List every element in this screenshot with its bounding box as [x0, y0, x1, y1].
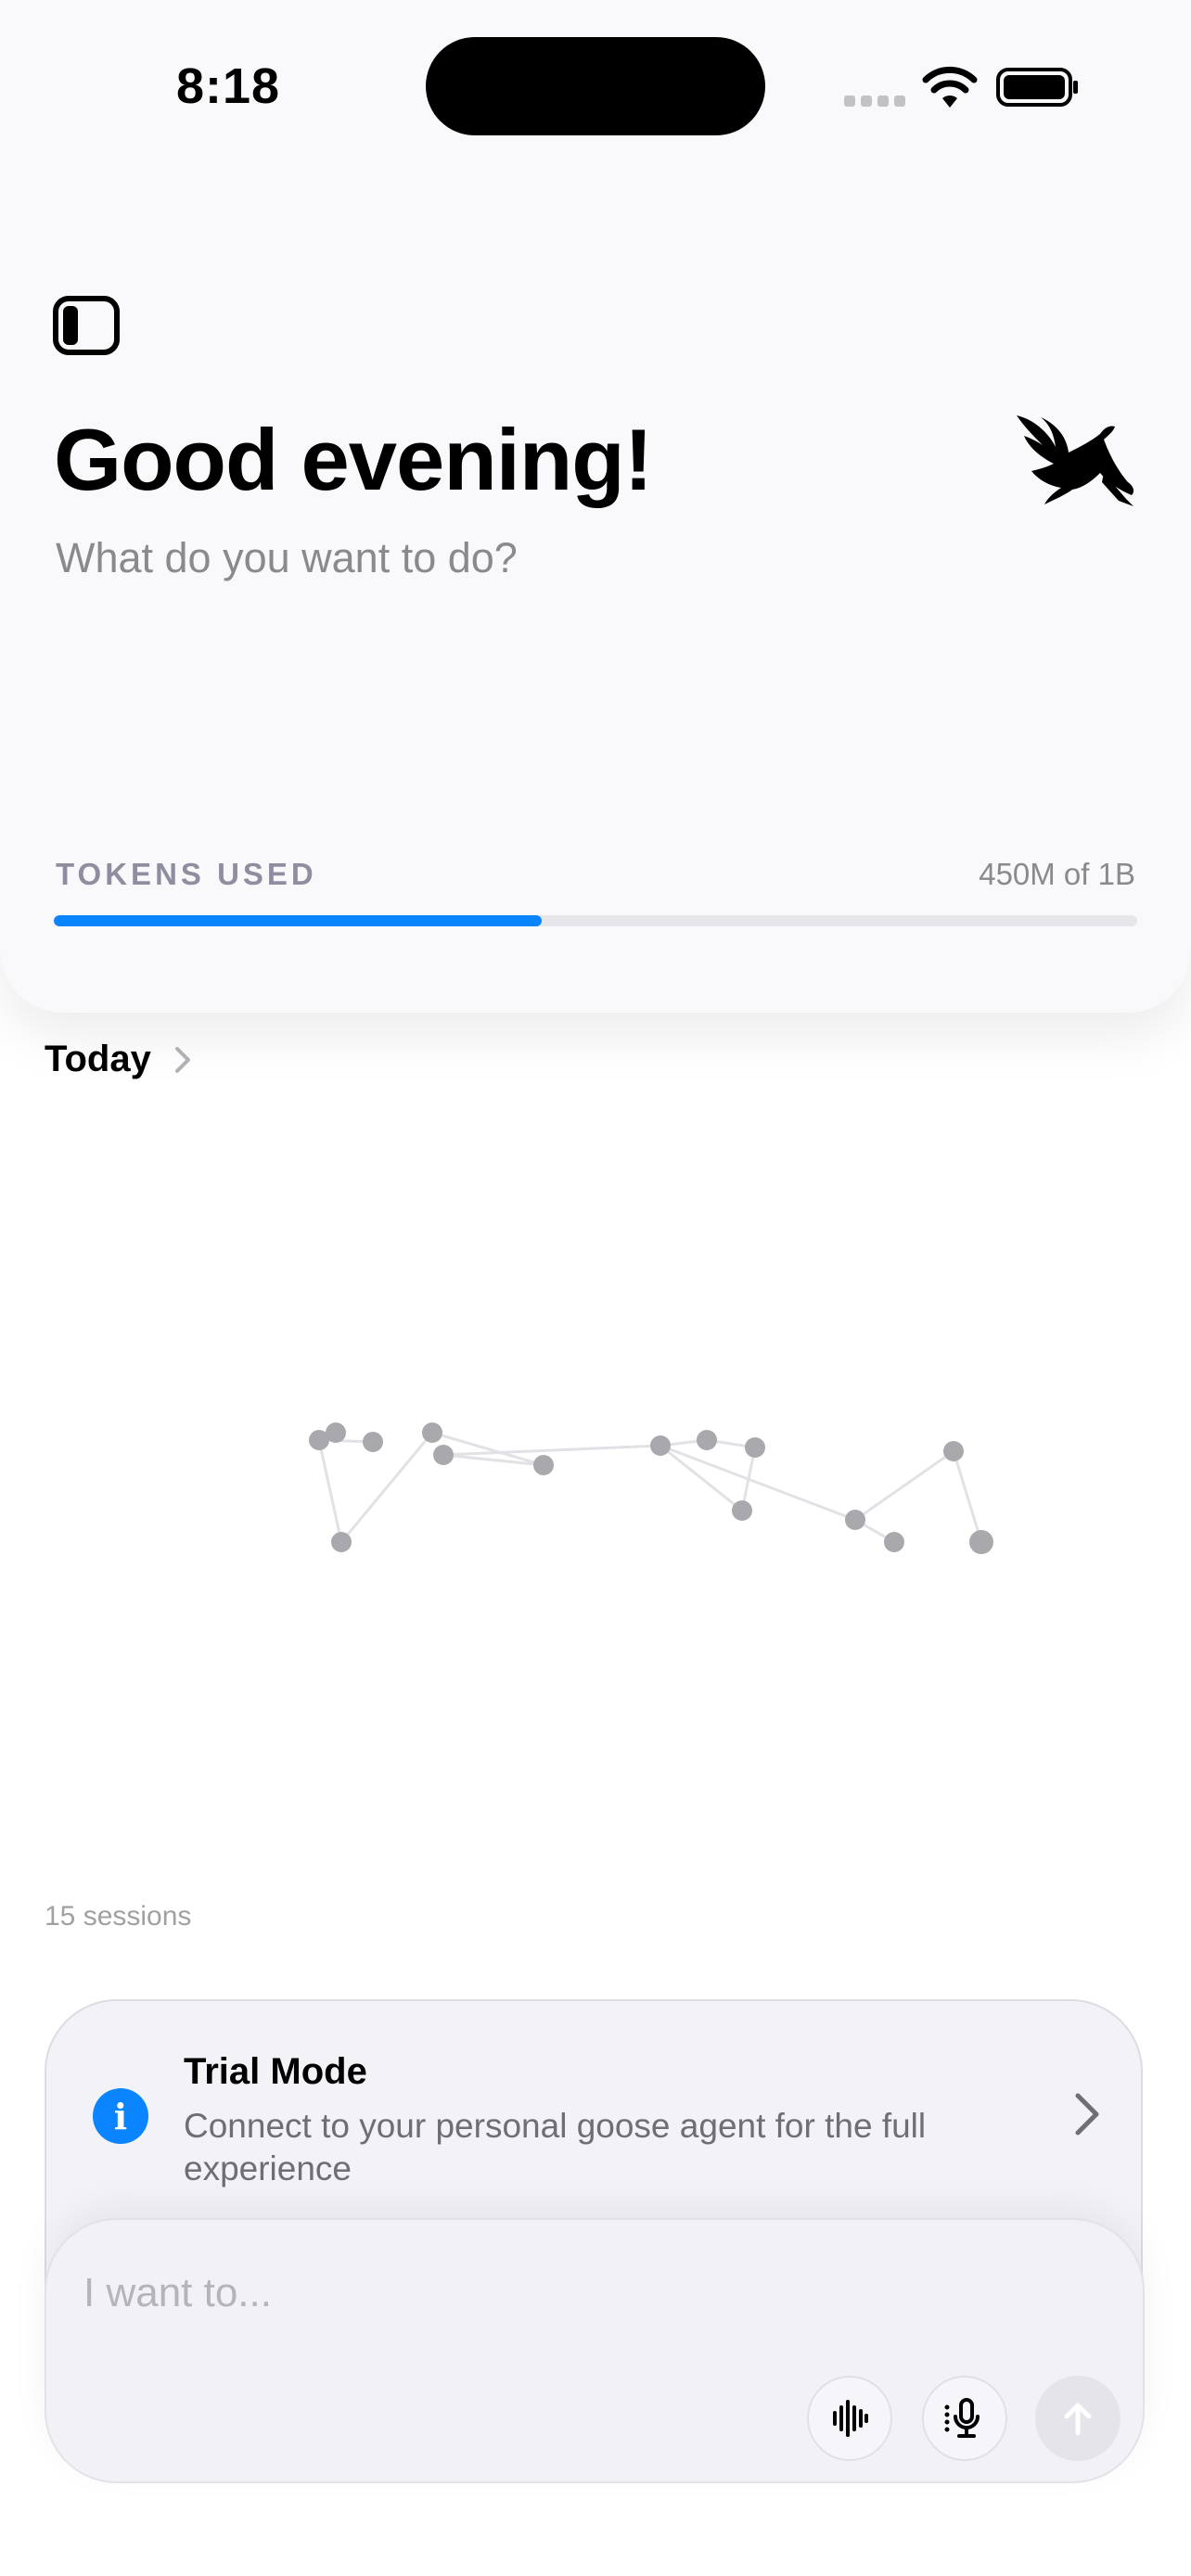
dynamic-island [426, 37, 765, 135]
session-node [422, 1422, 442, 1443]
send-button[interactable] [1035, 2376, 1121, 2461]
session-node [884, 1532, 904, 1552]
dictation-button[interactable] [922, 2376, 1007, 2461]
tokens-used-label: TOKENS USED [56, 857, 317, 891]
arrow-up-icon [1064, 2403, 1092, 2436]
microphone-icon [944, 2398, 980, 2438]
tokens-progress-bar [54, 915, 1137, 926]
session-node [732, 1500, 752, 1521]
session-node [331, 1532, 352, 1552]
tokens-used-value: 450M of 1B [979, 857, 1135, 891]
composer [45, 2218, 1145, 2483]
waveform-icon [833, 2400, 868, 2437]
today-label: Today [45, 1039, 151, 1079]
tokens-progress-fill [54, 915, 542, 926]
voice-mode-button[interactable] [807, 2376, 892, 2461]
trial-mode-title: Trial Mode [184, 2051, 367, 2092]
session-node [433, 1445, 454, 1465]
chevron-right-icon [1075, 2093, 1099, 2136]
goose-logo-icon [1017, 415, 1134, 506]
trial-mode-description: Connect to your personal goose agent for… [184, 2107, 927, 2187]
session-node [533, 1455, 554, 1475]
today-link[interactable]: Today [45, 1039, 192, 1080]
prompt-input[interactable] [82, 2264, 920, 2322]
session-node [969, 1530, 993, 1554]
session-node [326, 1422, 346, 1443]
session-node [363, 1432, 383, 1452]
wifi-icon [922, 66, 978, 108]
greeting-title: Good evening! [54, 411, 653, 508]
sessions-count: 15 sessions [45, 1901, 192, 1932]
session-node [745, 1437, 765, 1458]
status-time: 8:18 [176, 58, 281, 114]
sidebar-toggle-icon[interactable] [52, 295, 121, 356]
session-node [697, 1430, 717, 1450]
session-node [845, 1510, 865, 1530]
greeting-subtitle: What do you want to do? [56, 534, 518, 581]
info-icon: i [93, 2088, 148, 2144]
battery-icon [996, 68, 1078, 107]
session-node [650, 1435, 671, 1456]
chevron-right-icon [174, 1046, 190, 1073]
cellular-signal-icon [844, 95, 911, 111]
session-graph [309, 1422, 993, 1554]
header-card: 8:18 Good evening! What do you want to d… [0, 0, 1191, 1013]
session-node [943, 1441, 964, 1461]
